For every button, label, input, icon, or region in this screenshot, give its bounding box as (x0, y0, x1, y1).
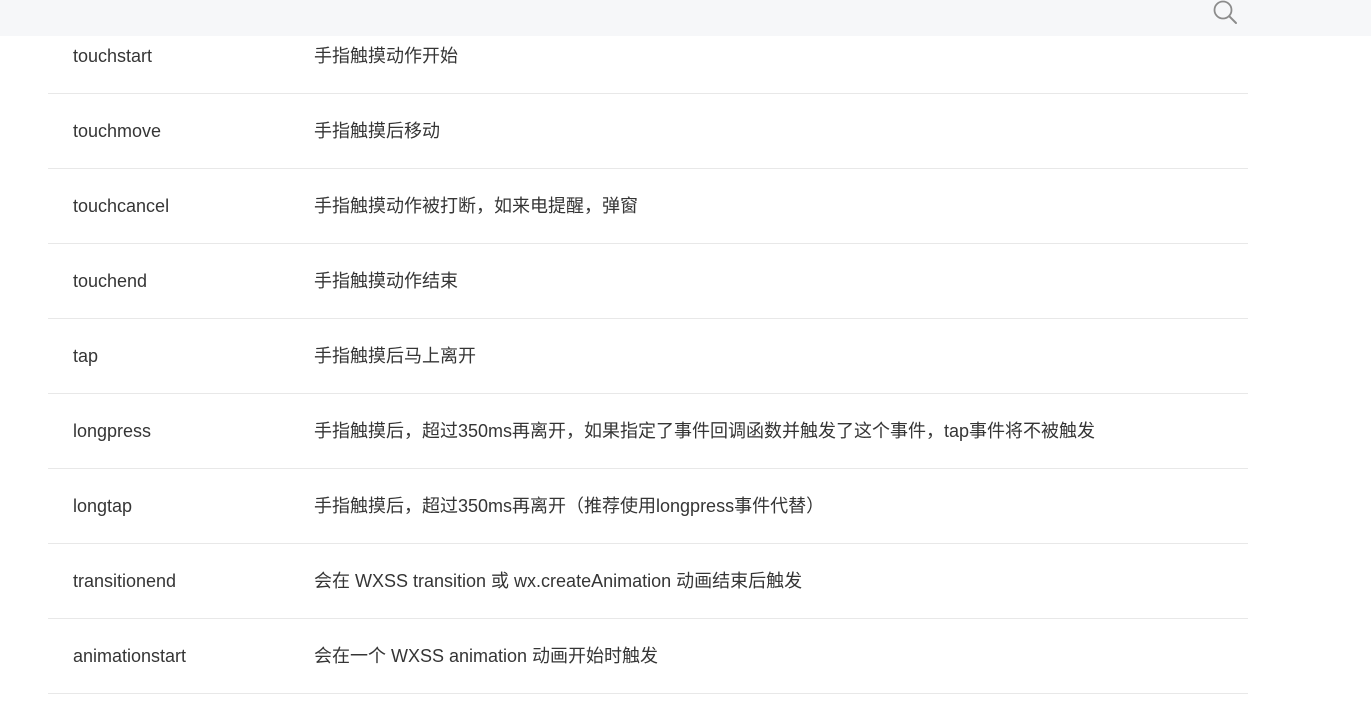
event-description: 手指触摸后，超过350ms再离开（推荐使用longpress事件代替） (314, 496, 825, 516)
event-name: tap (73, 346, 99, 366)
event-name: longpress (73, 421, 152, 441)
table-row: transitionend 会在 WXSS transition 或 wx.cr… (48, 544, 1248, 619)
table-row: animationstart 会在一个 WXSS animation 动画开始时… (48, 619, 1248, 694)
event-name: touchend (73, 271, 148, 291)
event-description: 手指触摸动作开始 (314, 46, 458, 66)
event-name: touchstart (73, 46, 153, 66)
event-description: 会在 WXSS transition 或 wx.createAnimation … (314, 571, 803, 591)
table-row: longpress 手指触摸后，超过350ms再离开，如果指定了事件回调函数并触… (48, 394, 1248, 469)
event-description: 手指触摸动作结束 (314, 271, 458, 291)
event-name: transitionend (73, 571, 177, 591)
event-name: touchcancel (73, 196, 170, 216)
event-description: 手指触摸动作被打断，如来电提醒，弹窗 (314, 196, 638, 216)
table-row: touchcancel 手指触摸动作被打断，如来电提醒，弹窗 (48, 169, 1248, 244)
table-row: tap 手指触摸后马上离开 (48, 319, 1248, 394)
table-row: touchmove 手指触摸后移动 (48, 94, 1248, 169)
events-table: touchstart 手指触摸动作开始 touchmove 手指触摸后移动 to… (48, 19, 1248, 694)
event-description: 会在一个 WXSS animation 动画开始时触发 (314, 646, 659, 666)
event-description: 手指触摸后移动 (314, 121, 440, 141)
table-row: touchend 手指触摸动作结束 (48, 244, 1248, 319)
table-row: longtap 手指触摸后，超过350ms再离开（推荐使用longpress事件… (48, 469, 1248, 544)
event-description: 手指触摸后，超过350ms再离开，如果指定了事件回调函数并触发了这个事件，tap… (314, 421, 1096, 441)
event-name: longtap (73, 496, 133, 516)
event-description: 手指触摸后马上离开 (314, 346, 476, 366)
event-name: animationstart (73, 646, 187, 666)
event-name: touchmove (73, 121, 162, 141)
table-row: touchstart 手指触摸动作开始 (48, 19, 1248, 94)
